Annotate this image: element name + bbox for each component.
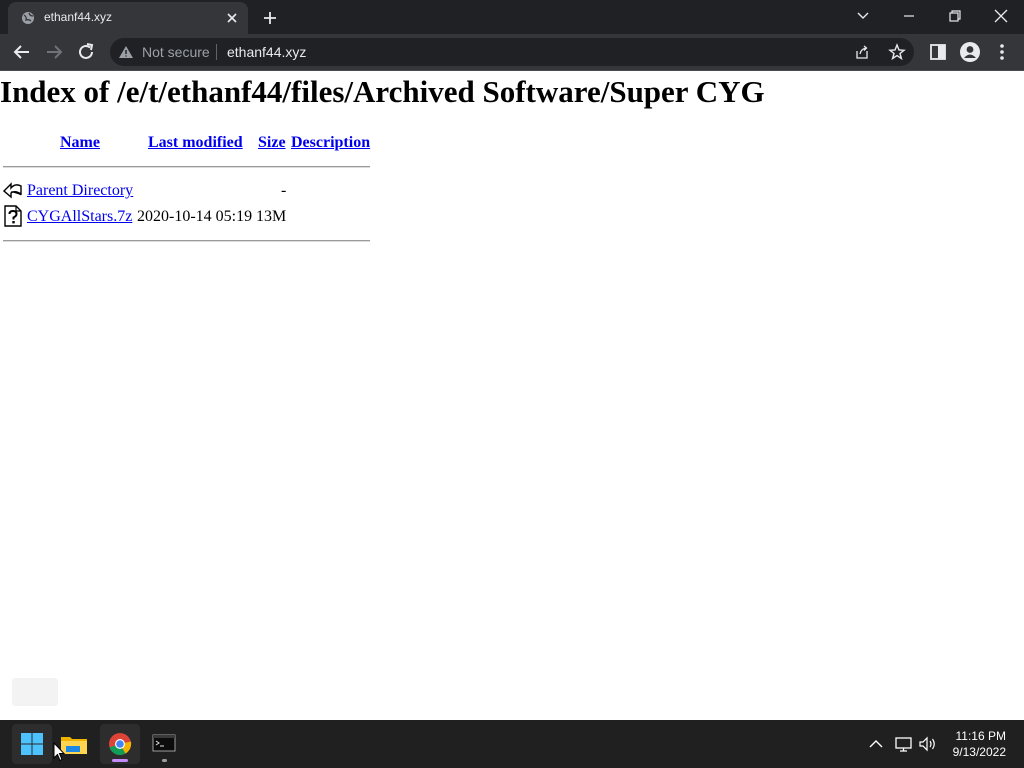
browser-tab-strip: ethanf44.xyz [0,0,1024,34]
new-tab-icon[interactable] [260,8,280,28]
profile-icon[interactable] [958,40,982,64]
browser-toolbar: Not secure ethanf44.xyz [0,34,1024,71]
warning-icon[interactable] [118,44,134,60]
taskbar: 11:16 PM 9/13/2022 [0,720,1024,768]
mouse-cursor-icon [53,742,65,762]
start-button[interactable] [12,724,52,764]
page-heading: Index of /e/t/ethanf44/files/Archived So… [0,74,765,109]
column-header-last-modified[interactable]: Last modified [148,134,243,152]
side-panel-icon[interactable] [926,40,950,64]
taskbar-terminal[interactable] [144,724,184,764]
clock-date: 9/13/2022 [952,745,1006,759]
back-arrow-icon[interactable] [10,40,34,64]
column-header-description[interactable]: Description [291,134,370,152]
volume-icon[interactable] [918,734,938,754]
network-icon[interactable] [894,734,914,754]
chevron-up-icon[interactable] [866,734,886,754]
omnibox-divider [216,44,217,60]
share-icon[interactable] [854,44,870,60]
close-tab-icon[interactable] [224,10,240,26]
tab-search-icon[interactable] [849,4,877,28]
column-header-size[interactable]: Size [258,134,286,152]
column-header-name[interactable]: Name [60,134,100,152]
chrome-icon [109,733,132,756]
unknown-file-icon [4,205,22,227]
taskbar-chrome[interactable] [100,724,140,764]
parent-directory-link[interactable]: Parent Directory [27,182,133,200]
parent-directory-size: - [281,182,287,199]
globe-icon [22,12,34,24]
forward-arrow-icon[interactable] [42,40,66,64]
address-bar[interactable]: Not secure ethanf44.xyz [110,38,914,66]
browser-tab[interactable]: ethanf44.xyz [8,2,248,34]
url-text[interactable]: ethanf44.xyz [227,44,306,60]
minimize-icon[interactable] [895,4,923,28]
restore-icon[interactable] [941,4,969,28]
file-link-cygallstars[interactable]: CYGAllStars.7z [27,208,132,226]
start-icon [21,733,43,755]
file-size: 13M [256,208,287,225]
footer-divider [3,240,370,242]
security-label[interactable]: Not secure [142,44,210,60]
directory-listing-page: Index of /e/t/ethanf44/files/Archived So… [0,72,1024,720]
system-clock[interactable]: 11:16 PM 9/13/2022 [953,728,1006,760]
terminal-running-indicator [162,759,167,762]
clock-time: 11:16 PM [955,729,1006,743]
file-last-modified: 2020-10-14 05:19 [137,208,253,225]
reload-icon[interactable] [74,40,98,64]
chrome-active-indicator [112,759,128,762]
header-divider [3,166,370,168]
kebab-menu-icon[interactable] [990,40,1014,64]
blank-overlay-box [12,678,58,706]
tab-title: ethanf44.xyz [44,10,113,24]
close-window-icon[interactable] [987,4,1015,28]
back-icon [3,182,22,199]
terminal-icon [152,734,176,752]
bookmark-star-icon[interactable] [888,43,906,61]
